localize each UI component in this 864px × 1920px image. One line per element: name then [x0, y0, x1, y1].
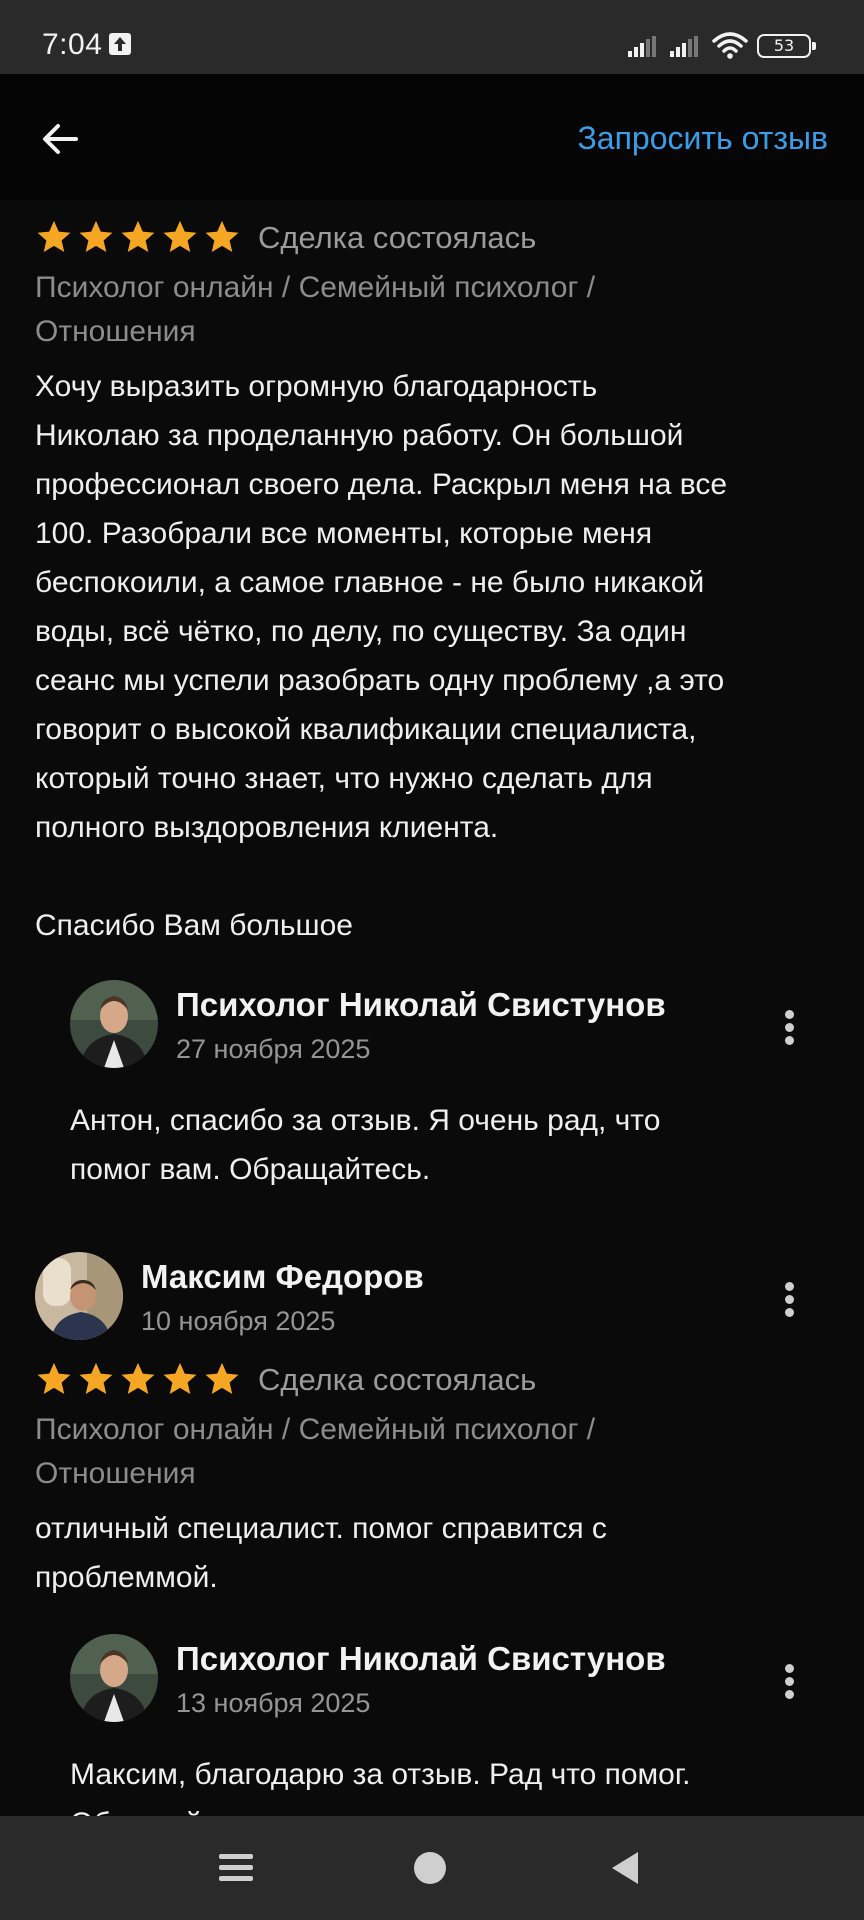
status-bar: 7:04 53 — [0, 0, 864, 74]
back-button[interactable] — [36, 114, 86, 164]
wifi-icon — [712, 32, 748, 59]
rating-stars — [35, 218, 241, 256]
review-date: 10 ноября 2025 — [141, 1306, 336, 1336]
star-icon — [37, 1362, 71, 1395]
star-icon — [163, 220, 197, 253]
deal-status: Сделка состоялась — [258, 220, 537, 255]
more-options-icon[interactable] — [777, 1278, 801, 1326]
reply-author: Психолог Николай Свистунов — [176, 986, 666, 1023]
deal-status: Сделка состоялась — [258, 1362, 537, 1397]
star-icon — [79, 1362, 113, 1395]
rating-stars — [35, 1360, 241, 1398]
star-icon — [205, 1362, 239, 1395]
star-icon — [37, 220, 71, 253]
status-time: 7:04 — [42, 28, 103, 61]
more-options-icon[interactable] — [777, 1006, 801, 1054]
reply-text: Антон, спасибо за отзыв. Я очень рад, чт… — [70, 1104, 661, 1186]
system-nav-bar — [0, 1816, 864, 1920]
nav-back-icon[interactable] — [610, 1850, 640, 1886]
battery-icon: 53 — [757, 34, 816, 58]
avatar[interactable] — [35, 1252, 123, 1340]
signal-icon — [628, 36, 656, 57]
upload-notification-icon — [109, 33, 131, 55]
signal-icon-2 — [670, 36, 698, 57]
arrow-left-icon — [43, 124, 78, 154]
review-category: Психолог онлайн / Семейный психолог / От… — [35, 271, 596, 348]
reply-text: Максим, благодарю за отзыв. Рад что помо… — [70, 1758, 691, 1816]
star-icon — [205, 220, 239, 253]
star-icon — [163, 1362, 197, 1395]
star-icon — [121, 1362, 155, 1395]
review-author: Максим Федоров — [141, 1258, 424, 1295]
reply-date: 13 ноября 2025 — [176, 1688, 371, 1718]
star-icon — [121, 220, 155, 253]
avatar[interactable] — [70, 980, 158, 1068]
reviews-list[interactable]: Сделка состоялась Психолог онлайн / Семе… — [0, 200, 864, 1816]
review-text: отличный специалист. помог справится с п… — [35, 1512, 607, 1594]
app-header: Запросить отзыв — [0, 74, 864, 200]
review-text: Хочу выразить огромную благодарность Ник… — [35, 370, 728, 942]
reply-date: 27 ноября 2025 — [176, 1034, 371, 1064]
avatar[interactable] — [70, 1634, 158, 1722]
home-button[interactable] — [414, 1852, 446, 1884]
more-options-icon[interactable] — [777, 1660, 801, 1708]
reply-author: Психолог Николай Свистунов — [176, 1640, 666, 1677]
recent-apps-button[interactable] — [219, 1854, 253, 1882]
request-review-button[interactable]: Запросить отзыв — [577, 120, 828, 157]
review-category: Психолог онлайн / Семейный психолог / От… — [35, 1413, 596, 1490]
star-icon — [79, 220, 113, 253]
